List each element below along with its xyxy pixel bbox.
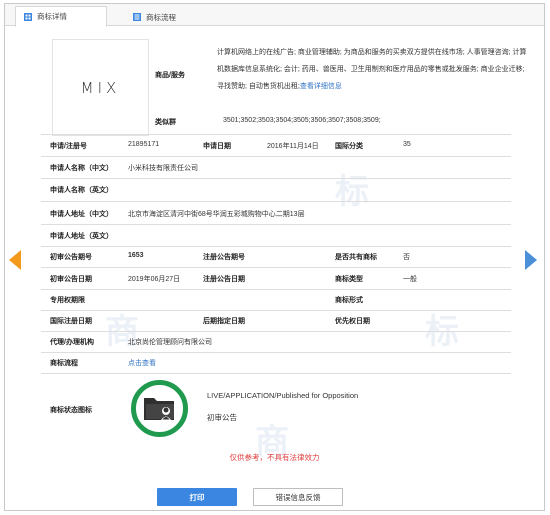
divider xyxy=(41,373,511,374)
status-icon-label: 商标状态图标 xyxy=(50,407,92,414)
address-cn-value: 北京市海淀区清河中街68号华润五彩城购物中心二期13层 xyxy=(128,211,305,218)
similar-group-value: 3501;3502;3503;3504;3505;3506;3507;3508;… xyxy=(223,117,381,124)
prelim-date-label: 初审公告日期 xyxy=(50,276,92,283)
app-date-value: 2016年11月14日 xyxy=(267,143,319,150)
folder-person-icon xyxy=(143,397,174,420)
next-arrow-icon[interactable] xyxy=(525,250,537,270)
agent-label: 代理/办理机构 xyxy=(50,339,94,346)
divider xyxy=(41,267,511,268)
divider xyxy=(41,310,511,311)
divider xyxy=(41,224,511,225)
list-icon xyxy=(133,13,141,21)
grid-icon xyxy=(24,12,32,21)
address-cn-label: 申请人地址（中文） xyxy=(50,211,113,218)
trademark-logo-image: MIX xyxy=(52,39,149,136)
report-error-button[interactable]: 错误信息反馈 xyxy=(253,488,343,506)
divider xyxy=(41,289,511,290)
shared-value: 否 xyxy=(403,254,410,261)
tab-trademark-detail[interactable]: 商标详情 xyxy=(15,6,107,27)
tm-type-value: 一般 xyxy=(403,276,417,283)
divider xyxy=(41,246,511,247)
tm-form-label: 商标形式 xyxy=(335,297,363,304)
trademark-logo-text: MIX xyxy=(80,78,121,97)
reg-issue-label: 注册公告期号 xyxy=(203,254,245,261)
divider xyxy=(41,352,511,353)
later-date-label: 后期指定日期 xyxy=(203,318,245,325)
exclusive-label: 专用权期限 xyxy=(50,297,85,304)
divider xyxy=(41,201,511,202)
address-en-label: 申请人地址（英文） xyxy=(50,233,113,240)
tm-type-label: 商标类型 xyxy=(335,276,363,283)
intl-reg-date-label: 国际注册日期 xyxy=(50,318,92,325)
prelim-issue-value: 1653 xyxy=(128,252,144,259)
reg-no-label: 申请/注册号 xyxy=(50,143,87,150)
app-date-label: 申请日期 xyxy=(203,143,231,150)
reg-no-value: 21895171 xyxy=(128,141,160,148)
applicant-cn-label: 申请人名称（中文） xyxy=(50,165,113,172)
disclaimer-text: 仅供参考，不具有法律效力 xyxy=(229,453,320,462)
similar-group-label: 类似群 xyxy=(155,119,176,126)
previous-arrow-icon[interactable] xyxy=(9,250,21,270)
print-button[interactable]: 打印 xyxy=(157,488,237,506)
status-icon xyxy=(131,380,188,437)
priority-label: 优先权日期 xyxy=(335,318,370,325)
watermark: 标 xyxy=(425,313,459,351)
shared-label: 是否共有商标 xyxy=(335,254,377,261)
agent-value: 北京尚伦管理顾问有限公司 xyxy=(128,339,212,346)
divider xyxy=(41,134,511,135)
status-text-en: LIVE/APPLICATION/Published for Oppositio… xyxy=(207,391,359,400)
reg-date-label: 注册公告日期 xyxy=(203,276,245,283)
divider xyxy=(41,156,511,157)
trademark-detail-panel: 商标详情 商标流程 标 商 标 商 MIX 商品/服务 计算机网络上的在线广告;… xyxy=(4,3,545,511)
intl-class-label: 国际分类 xyxy=(335,143,363,150)
applicant-en-label: 申请人名称（英文） xyxy=(50,187,113,194)
intl-class-value: 35 xyxy=(403,141,411,148)
divider xyxy=(41,331,511,332)
tab-trademark-process[interactable]: 商标流程 xyxy=(133,6,176,28)
tab-label: 商标详情 xyxy=(37,12,67,21)
divider xyxy=(41,178,511,179)
tab-label: 商标流程 xyxy=(146,12,176,22)
goods-services-text: 计算机网络上的在线广告; 商业管理辅助; 为商品和服务的买卖双方提供在线市场; … xyxy=(217,49,527,90)
prelim-issue-label: 初审公告期号 xyxy=(50,254,92,261)
watermark: 标 xyxy=(335,173,369,211)
view-process-link[interactable]: 点击查看 xyxy=(128,358,156,368)
status-text-cn: 初审公告 xyxy=(207,413,237,422)
process-label: 商标流程 xyxy=(50,360,78,367)
goods-services-label: 商品/服务 xyxy=(155,72,185,79)
view-details-link[interactable]: 查看详细信息 xyxy=(300,83,342,90)
tab-bar: 商标详情 商标流程 xyxy=(5,4,544,28)
applicant-cn-value: 小米科技有限责任公司 xyxy=(128,165,198,172)
prelim-date-value: 2019年06月27日 xyxy=(128,276,181,283)
